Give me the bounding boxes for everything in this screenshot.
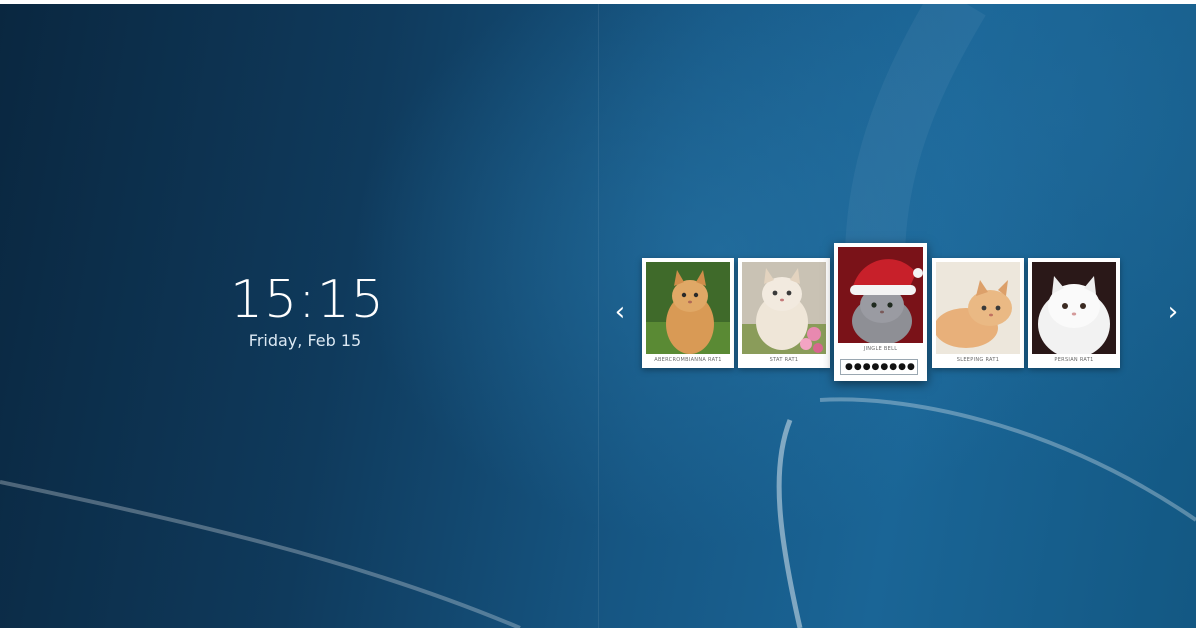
- user-name: PERSIAN RAT1: [1054, 357, 1094, 363]
- clock: 15:15 Friday, Feb 15: [230, 270, 385, 352]
- password-field[interactable]: [840, 359, 918, 375]
- cat-orange-grass-avatar: [646, 262, 730, 354]
- clock-time: 15:15: [230, 270, 385, 330]
- user-card[interactable]: PERSIAN RAT1: [1028, 258, 1120, 368]
- clock-date: Friday, Feb 15: [248, 331, 362, 350]
- next-user-chevron-right-icon[interactable]: ›: [1163, 298, 1183, 326]
- cat-cream-flowers-avatar: [742, 262, 826, 354]
- user-name: ABERCROMBIANNA RAT1: [654, 357, 722, 363]
- user-name: SLEEPING RAT1: [956, 357, 1000, 363]
- cat-white-persian-avatar: [1032, 262, 1116, 354]
- previous-user-chevron-left-icon[interactable]: ‹: [610, 298, 630, 326]
- user-name: JINGLE BELL: [863, 346, 898, 352]
- user-card[interactable]: STAT RAT1: [738, 258, 830, 368]
- cat-ginger-lying-avatar: [936, 262, 1020, 354]
- cat-santa-hat-avatar: [838, 247, 923, 343]
- lock-screen: 15:15 Friday, Feb 15 ‹ › ABERCROMBIANNA …: [0, 0, 1196, 628]
- user-card-selected[interactable]: JINGLE BELL: [834, 243, 927, 381]
- user-name: STAT RAT1: [769, 357, 799, 363]
- user-card[interactable]: ABERCROMBIANNA RAT1: [642, 258, 734, 368]
- user-card[interactable]: SLEEPING RAT1: [932, 258, 1024, 368]
